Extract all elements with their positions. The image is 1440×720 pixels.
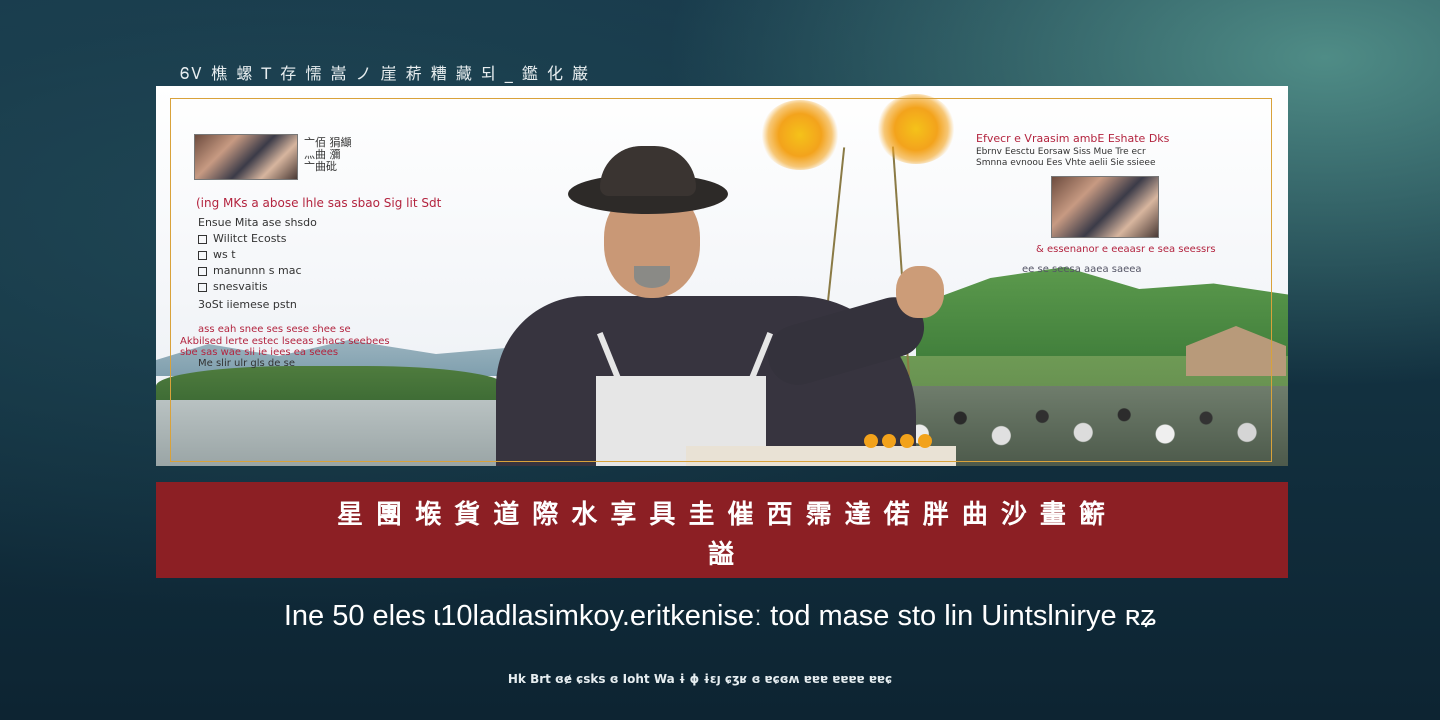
left-intro: Ensue Mita ase shsdo: [198, 216, 317, 229]
group-photo: [1051, 176, 1159, 238]
thumbnail-photo: [194, 134, 298, 180]
photo-caption: & essenanor e eeaasr e sea seessrs: [1036, 244, 1216, 255]
right-subline: Smnna evnoou Ees Vhte aelii Sie ssieee: [976, 158, 1156, 168]
banner-title: 星 團 堠 貨 道 際 水 享 具 圭 催 西 霈 達 偌 胖 曲 沙 畫 簖: [337, 500, 1107, 530]
banner-title-line2: 謚: [707, 540, 736, 570]
list-item: ws t: [198, 248, 236, 261]
list-item: 3oSt iiemese pstn: [198, 298, 297, 311]
photo-caption: ee se seesa aaea saeea: [1022, 264, 1142, 275]
red-text-line: ass eah snee ses sese shee se: [198, 324, 351, 335]
checkbox-icon: [198, 282, 207, 292]
thumb-caption: 亠曲砒: [304, 160, 337, 173]
title-banner: 星 團 堠 貨 道 際 水 享 具 圭 催 西 霈 達 偌 胖 曲 沙 畫 簖 …: [156, 482, 1288, 578]
checkbox-icon: [198, 266, 207, 276]
right-headline: Efvecr e Vraasim ambE Eshate Dks: [976, 132, 1170, 145]
caption-line: Me slir ulr gls de se: [198, 358, 295, 369]
top-caption: ᏮᏙ 樵 螺 T 存 懦 嵩 ノ 崖 菥 糟 藏 되 _ 鑑 化 巌: [180, 64, 591, 83]
list-item: manunnn s mac: [198, 264, 302, 277]
checkbox-icon: [198, 234, 207, 244]
red-text-line: Akbilsed lerte estec lseeas shacs seebee…: [180, 336, 390, 347]
poster-image: 亠佰 狷纈 灬曲 瀰 亠曲砒 (ing MKs a abose lhle sas…: [156, 86, 1288, 466]
left-headline: (ing MKs a abose lhle sas sbao Sig lit S…: [196, 196, 442, 210]
right-subline: Ebrnv Eesctu Eorsaw Siss Mue Tre ecr: [976, 147, 1146, 157]
red-text-line: sbe sas wae sli ie iees ea seees: [180, 347, 339, 358]
subtitle: Ine 50 eles ɩ10ladlasimkoy.eritkeniseː t…: [283, 600, 1157, 632]
checkbox-icon: [198, 250, 207, 260]
list-item: snesvaitis: [198, 280, 268, 293]
footer-caption: Hk Brt ɞɇ ɕsks ɞ Ioht Wa ɨ ɸ ɨɛȷ ɕʒʁ ɞ ɐ…: [507, 672, 893, 686]
list-item: Wilitct Ecosts: [198, 232, 286, 245]
